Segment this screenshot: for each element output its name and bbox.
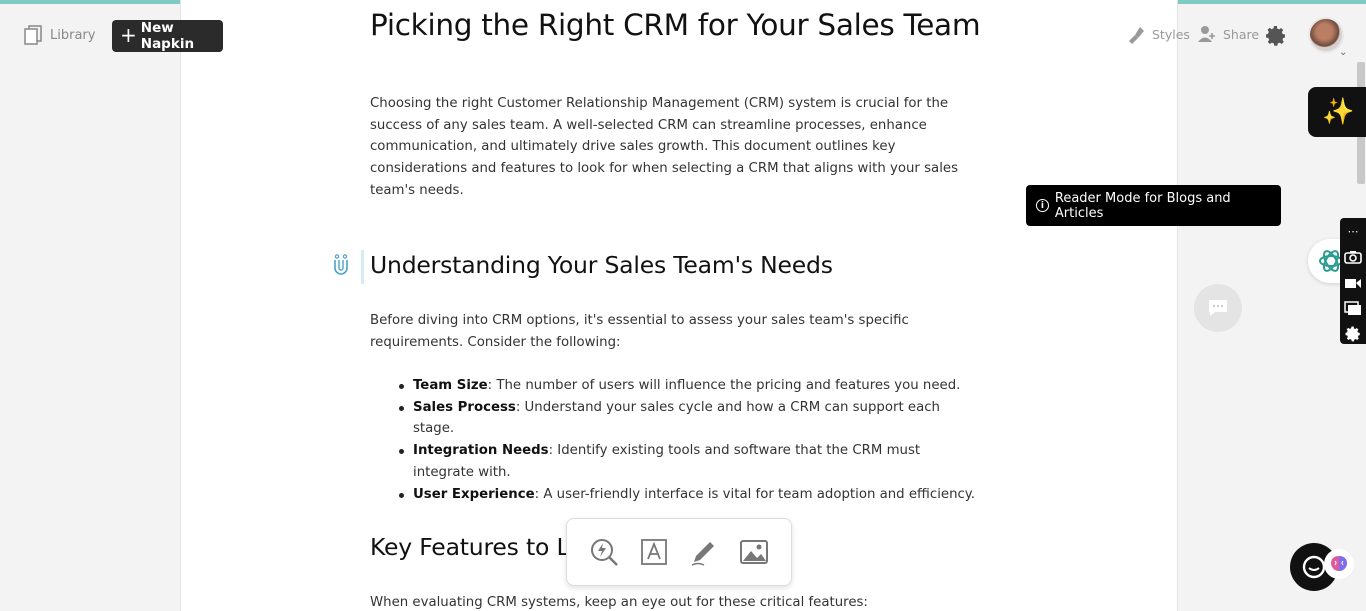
styles-icon (1129, 27, 1144, 44)
library-label: Library (50, 27, 96, 43)
library-icon (24, 25, 42, 45)
floating-toolbar (566, 518, 792, 586)
list-item-term: User Experience (413, 486, 535, 502)
list-item-desc: : A user-friendly interface is vital for… (534, 486, 976, 502)
pen-icon (691, 542, 714, 566)
list-item[interactable]: User Experience: A user-friendly interfa… (399, 484, 983, 506)
chat-button[interactable] (1194, 284, 1242, 332)
features-intro-paragraph[interactable]: When evaluating CRM systems, keep an eye… (370, 592, 970, 611)
side-toolbar: ⋯ (1340, 218, 1366, 344)
styles-button[interactable]: Styles (1126, 24, 1190, 44)
brain-icon[interactable] (1324, 549, 1354, 579)
styles-label: Styles (1152, 26, 1190, 42)
pen-button[interactable] (687, 535, 721, 569)
ai-sparkle-button[interactable]: ✨ (1308, 87, 1366, 137)
section-heading-needs[interactable]: Understanding Your Sales Team's Needs (370, 251, 833, 279)
camera-icon[interactable] (1343, 248, 1363, 268)
section-heading-features[interactable]: Key Features to L (370, 533, 570, 561)
screens-icon[interactable] (1343, 299, 1363, 319)
new-napkin-button[interactable]: + New Napkin (112, 20, 223, 52)
chat-icon (1209, 300, 1227, 316)
more-icon[interactable]: ⋯ (1343, 222, 1363, 242)
document-title[interactable]: Picking the Right CRM for Your Sales Tea… (370, 8, 981, 42)
generate-visual-button[interactable] (587, 535, 621, 569)
magnet-icon[interactable] (331, 254, 351, 278)
share-button[interactable]: Share (1197, 24, 1259, 44)
list-item-term: Team Size (413, 378, 488, 393)
image-icon (740, 540, 768, 564)
needs-list: Team Size: The number of users will infl… (399, 375, 983, 506)
image-button[interactable] (737, 535, 771, 569)
share-icon (1198, 26, 1215, 42)
list-item-term: Sales Process (413, 399, 516, 415)
text-box-button[interactable] (637, 535, 671, 569)
video-icon[interactable] (1343, 273, 1363, 293)
info-icon: i (1036, 199, 1049, 212)
plus-icon: + (120, 23, 137, 47)
list-item-term: Integration Needs (413, 443, 549, 459)
chevron-down-icon[interactable]: ⌄ (1339, 47, 1347, 58)
list-item[interactable]: Integration Needs: Identify existing too… (399, 440, 983, 483)
share-label: Share (1223, 26, 1260, 42)
help-icon (1302, 555, 1326, 579)
generate-icon (591, 539, 618, 566)
new-napkin-label: New Napkin (140, 20, 195, 52)
gear-icon[interactable] (1264, 24, 1288, 48)
needs-intro-paragraph[interactable]: Before diving into CRM options, it's ess… (370, 310, 970, 353)
tooltip-label: Reader Mode for Blogs and Articles (1054, 190, 1231, 221)
settings-icon[interactable] (1343, 324, 1363, 344)
list-item-desc: : The number of users will influence the… (487, 378, 961, 393)
reader-mode-tooltip[interactable]: i Reader Mode for Blogs and Articles (1026, 185, 1281, 226)
list-item[interactable]: Sales Process: Understand your sales cyc… (399, 397, 983, 440)
text-box-icon (641, 539, 667, 565)
section-marker (361, 250, 364, 284)
library-link[interactable]: Library (24, 25, 95, 45)
list-item[interactable]: Team Size: The number of users will infl… (399, 375, 983, 397)
sparkle-icon: ✨ (1322, 97, 1355, 127)
intro-paragraph[interactable]: Choosing the right Customer Relationship… (370, 93, 970, 202)
